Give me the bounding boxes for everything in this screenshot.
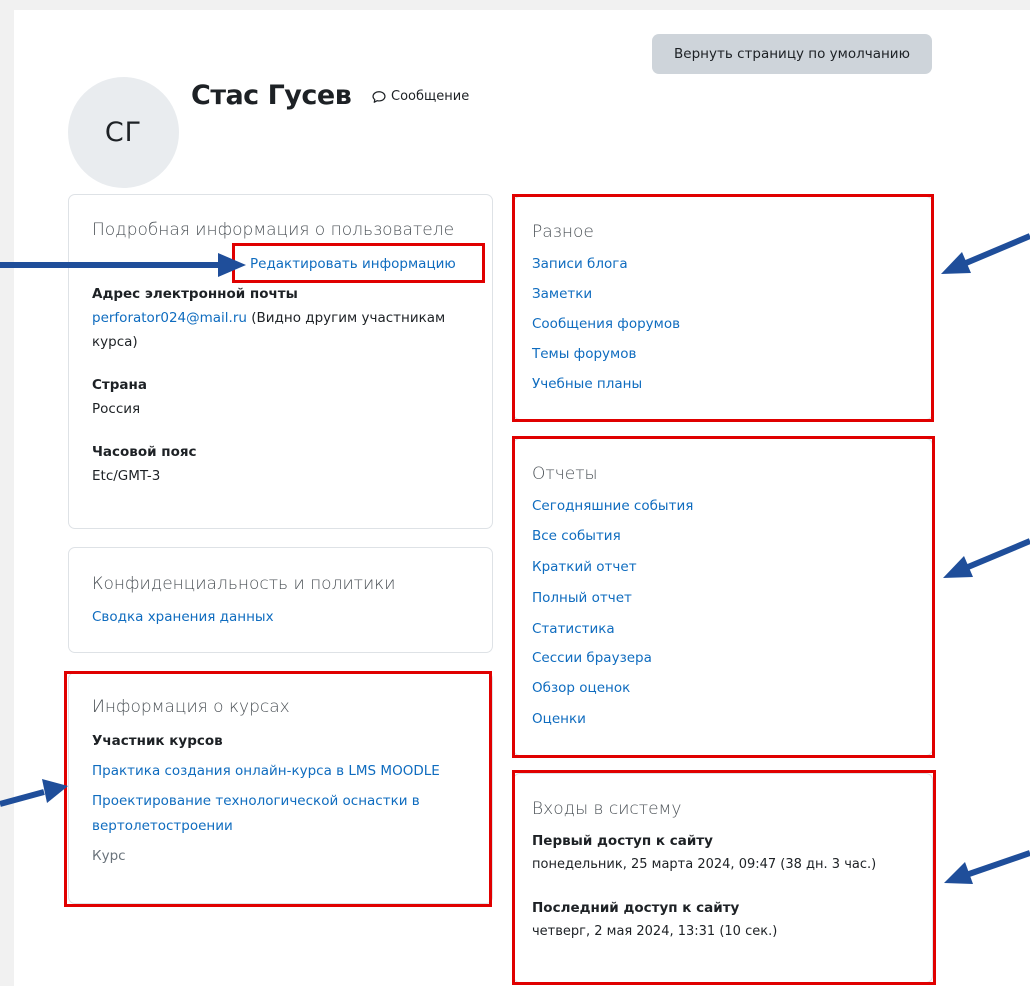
message-button[interactable]: Сообщение	[372, 89, 469, 104]
data-retention-link[interactable]: Сводка хранения данных	[92, 609, 274, 625]
email-label: Адрес электронной почты	[92, 286, 298, 302]
course-link-moodle[interactable]: Практика создания онлайн-курса в LMS MOO…	[92, 763, 440, 779]
report-grades-link[interactable]: Оценки	[532, 711, 586, 727]
message-icon	[372, 90, 386, 103]
last-access-value: четверг, 2 мая 2024, 13:31 (10 сек.)	[532, 924, 778, 939]
edit-profile-link[interactable]: Редактировать информацию	[250, 256, 456, 272]
logins-title: Входы в систему	[532, 799, 682, 819]
course-details-title: Информация о курсах	[92, 697, 290, 717]
misc-blog-link[interactable]: Записи блога	[532, 256, 628, 272]
first-access-value: понедельник, 25 марта 2024, 09:47 (38 дн…	[532, 857, 877, 872]
country-value: Россия	[92, 401, 141, 417]
page-title: Стас Гусев	[191, 80, 352, 111]
report-statistics-link[interactable]: Статистика	[532, 621, 615, 637]
report-complete-link[interactable]: Полный отчет	[532, 590, 632, 606]
first-access-label: Первый доступ к сайту	[532, 833, 713, 849]
message-label: Сообщение	[391, 89, 470, 104]
user-details-title: Подробная информация о пользователе	[92, 220, 455, 240]
email-visibility-note-cont: курса)	[92, 334, 138, 350]
report-grades-overview-link[interactable]: Обзор оценок	[532, 680, 630, 696]
email-link[interactable]: perforator024@mail.ru	[92, 310, 247, 326]
misc-forum-posts-link[interactable]: Сообщения форумов	[532, 316, 680, 332]
misc-notes-link[interactable]: Заметки	[532, 286, 592, 302]
timezone-label: Часовой пояс	[92, 444, 197, 460]
course-type-label: Курс	[92, 848, 126, 864]
course-link-helicopter-cont[interactable]: вертолетостроении	[92, 818, 233, 834]
misc-learning-plans-link[interactable]: Учебные планы	[532, 376, 642, 392]
misc-title: Разное	[532, 222, 594, 242]
privacy-card	[68, 547, 493, 653]
misc-forum-topics-link[interactable]: Темы форумов	[532, 346, 636, 362]
report-browser-sessions-link[interactable]: Сессии браузера	[532, 650, 652, 666]
privacy-title: Конфиденциальность и политики	[92, 574, 396, 594]
report-today-events-link[interactable]: Сегодняшние события	[532, 498, 693, 514]
report-all-events-link[interactable]: Все события	[532, 528, 621, 544]
course-participant-label: Участник курсов	[92, 733, 223, 749]
last-access-label: Последний доступ к сайту	[532, 900, 740, 916]
email-row: perforator024@mail.ru (Видно другим учас…	[92, 310, 445, 326]
country-label: Страна	[92, 377, 147, 393]
avatar[interactable]: СГ	[68, 77, 179, 188]
avatar-initials: СГ	[104, 117, 143, 148]
report-outline-link[interactable]: Краткий отчет	[532, 559, 637, 575]
email-visibility-note: (Видно другим участникам	[246, 310, 446, 326]
course-link-helicopter[interactable]: Проектирование технологической оснастки …	[92, 793, 420, 809]
reset-page-default-button[interactable]: Вернуть страницу по умолчанию	[652, 34, 932, 74]
timezone-value: Etc/GMT-3	[92, 468, 161, 484]
reports-title: Отчеты	[532, 464, 598, 484]
